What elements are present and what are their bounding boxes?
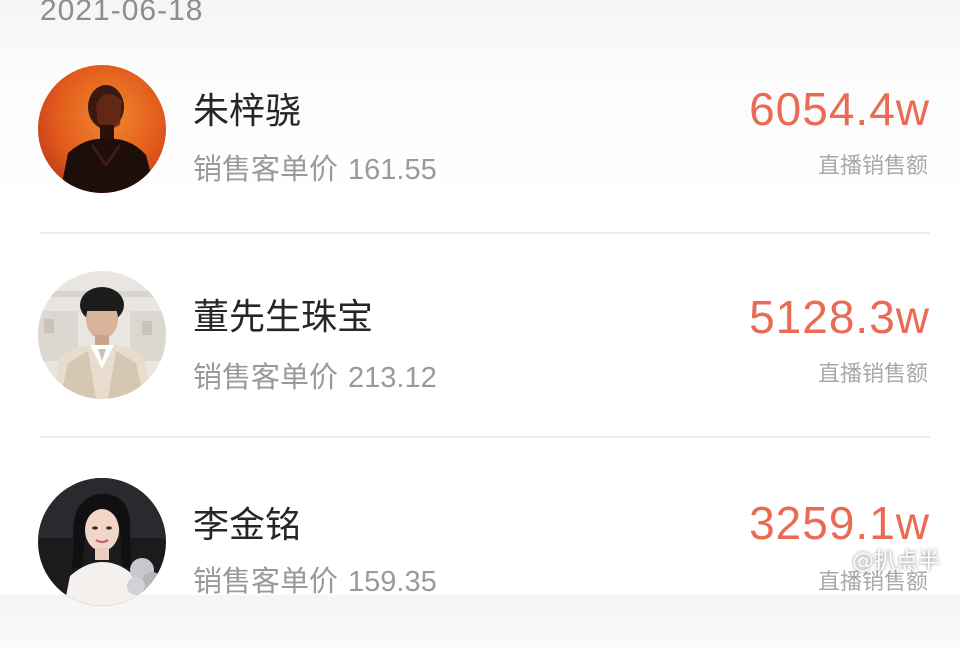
- unit-price-value: 213.12: [348, 362, 437, 394]
- avatar[interactable]: [38, 271, 166, 399]
- account-icon: [822, 546, 848, 572]
- divider: [40, 232, 930, 234]
- unit-price-value: 161.55: [348, 154, 437, 186]
- sales-amount: 5128.3w: [749, 291, 930, 343]
- streamer-name: 朱梓骁: [193, 91, 302, 132]
- sales-amount-label: 直播销售额: [817, 154, 928, 179]
- sales-ranking-list: 朱梓骁 销售客单价 161.55 6054.4w 直播销售额 董先生珠宝 销售客…: [0, 0, 960, 606]
- avatar[interactable]: [38, 478, 166, 606]
- sales-amount: 6054.4w: [749, 83, 930, 135]
- unit-price-line: 销售客单价 161.55: [193, 146, 437, 188]
- unit-price-label: 销售客单价: [193, 152, 339, 186]
- avatar-orange-portrait-icon: [38, 65, 166, 193]
- streamer-name: 董先生珠宝: [193, 297, 374, 338]
- list-item[interactable]: 朱梓骁 销售客单价 161.55 6054.4w 直播销售额: [0, 30, 960, 236]
- unit-price-line: 销售客单价 159.35: [193, 558, 437, 600]
- avatar-woman-portrait-icon: [38, 478, 166, 606]
- list-item[interactable]: 董先生珠宝 销售客单价 213.12 5128.3w 直播销售额: [0, 236, 960, 442]
- unit-price-label: 销售客单价: [193, 564, 339, 598]
- sales-amount-label: 直播销售额: [817, 362, 928, 387]
- avatar[interactable]: [38, 65, 166, 193]
- watermark-text: @扒点半: [851, 549, 940, 574]
- unit-price-line: 销售客单价 213.12: [193, 354, 437, 396]
- sales-amount: 3259.1w: [749, 497, 930, 549]
- unit-price-label: 销售客单价: [193, 360, 339, 394]
- unit-price-value: 159.35: [348, 566, 437, 598]
- watermark: @扒点半: [822, 543, 940, 575]
- avatar-man-portrait-icon: [38, 271, 166, 399]
- divider: [40, 436, 930, 438]
- streamer-name: 李金铭: [193, 505, 302, 546]
- list-item[interactable]: 李金铭 销售客单价 159.35 3259.1w 直播销售额: [0, 442, 960, 648]
